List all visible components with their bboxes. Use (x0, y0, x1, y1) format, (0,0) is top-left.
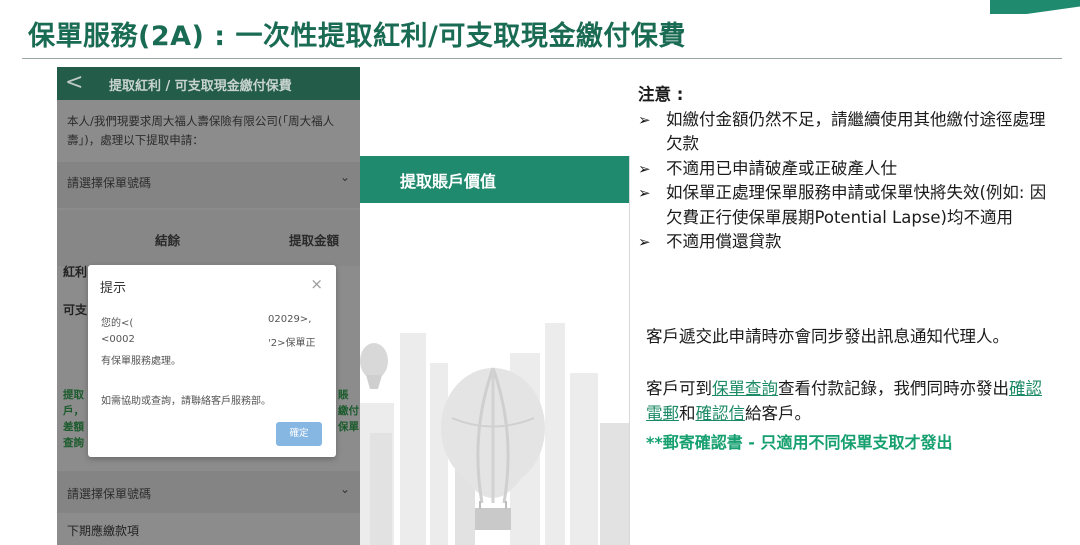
policy-select[interactable]: 請選擇保單號碼 (67, 174, 151, 191)
hot-air-balloon-illustration (360, 203, 629, 545)
confirmation-letter-link[interactable]: 確認信 (696, 404, 746, 423)
alert-dialog: 提示 × 您的<( 02029>, <0002 '2>保單正 有保單服務處理。 … (88, 265, 336, 457)
chevron-down-icon[interactable]: ⌄ (340, 482, 350, 496)
notes-item: 不適用償還貸款 (638, 230, 1058, 255)
dialog-text-line: <0002 (101, 334, 135, 345)
dialog-text-line: '2>保單正 (268, 338, 316, 349)
agent-notification-text: 客戶遞交此申請時亦會同步發出訊息通知代理人。 (646, 327, 1009, 346)
mail-confirmation-note: **郵寄確認書 - 只適用不同保單支取才發出 (646, 433, 953, 452)
account-value-header: 提取賬戶價值 (360, 156, 629, 203)
corner-accent (990, 0, 1080, 14)
record-text: 客戶可到保單查詢查看付款記錄，我們同時亦發出確認電郵和確認信給客戶。 (646, 377, 1056, 426)
account-value-screenshot: 提取賬戶價值 (360, 156, 630, 545)
col-withdraw-amount: 提取金額 (289, 233, 340, 248)
dialog-text-line: 您的<( (101, 318, 134, 329)
phone-green-notice-right: 賬 繳付 保單 (338, 389, 359, 433)
dialog-text-line: 02029>, (268, 314, 312, 325)
close-icon[interactable]: × (310, 275, 323, 293)
dialog-text-line: 有保單服務處理。 (101, 356, 181, 367)
account-value-title: 提取賬戶價值 (400, 172, 497, 191)
record-text-part: 給客戶。 (745, 403, 811, 423)
record-text-part: 和 (679, 403, 696, 423)
title-divider (22, 58, 1062, 59)
col-balance: 結餘 (155, 233, 181, 248)
phone-green-notice-left: 提取 戶， 差額 查詢 (63, 389, 84, 449)
back-arrow-icon[interactable]: < (65, 70, 83, 95)
notes-heading: 注意 : (638, 85, 684, 104)
notes-section: 注意 : 如繳付金額仍然不足，請繼續使用其他繳付途徑處理欠款 不適用已申請破產或… (638, 83, 1058, 255)
next-due-payment-label: 下期應繳款項 (67, 524, 140, 538)
notes-item: 不適用已申請破產或正破產人仕 (638, 157, 1058, 182)
slide: 保單服務(2A) : 一次性提取紅利/可支取現金繳付保費 < 提取紅利 / 可支… (0, 0, 1080, 545)
chevron-down-icon[interactable]: ⌄ (340, 170, 350, 184)
slide-title: 保單服務(2A) : 一次性提取紅利/可支取現金繳付保費 (28, 21, 686, 52)
record-text-part: 客戶可到 (646, 379, 712, 398)
phone-intro-text: 本人/我們現要求周大福人壽保險有限公司(「周大福人壽」)，處理以下提取申請： (67, 114, 335, 147)
row-cash-label: 可支 (63, 303, 88, 317)
policy-enquiry-link[interactable]: 保單查詢 (712, 379, 778, 398)
row-bonus-label: 紅利 (63, 265, 88, 279)
phone-header-title: 提取紅利 / 可支取現金繳付保費 (109, 79, 292, 94)
dialog-title: 提示 (100, 281, 127, 296)
phone-header: < 提取紅利 / 可支取現金繳付保費 (57, 67, 360, 100)
record-text-part: 查看付款記錄，我們同時亦發出 (778, 379, 1009, 398)
dialog-help-text: 如需協助或查詢，請聯絡客戶服務部。 (101, 396, 271, 407)
notes-item: 如保單正處理保單服務申請或保單快將失效(例如: 因欠費正行使保單展期Potent… (638, 181, 1058, 230)
policy-select-2[interactable]: 請選擇保單號碼 (67, 485, 151, 502)
notes-item: 如繳付金額仍然不足，請繼續使用其他繳付途徑處理欠款 (638, 108, 1058, 157)
confirm-button[interactable]: 確定 (276, 422, 322, 446)
